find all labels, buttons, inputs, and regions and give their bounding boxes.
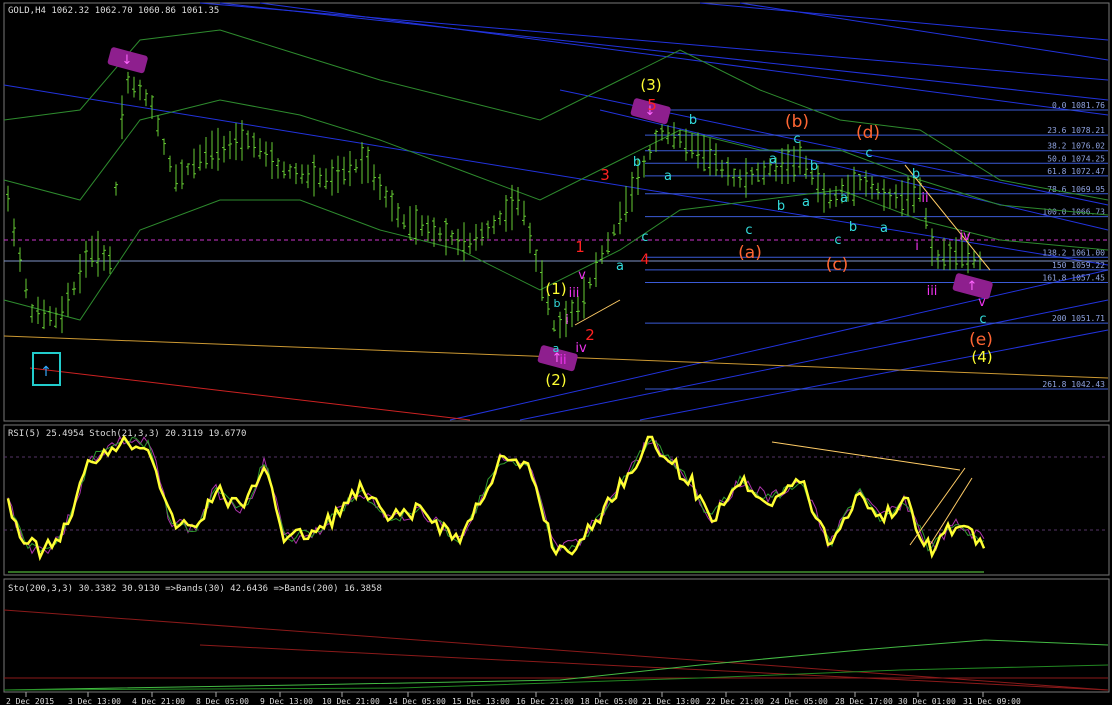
wave-label: v <box>978 295 986 310</box>
fib-level-label: 200 1051.71 <box>1052 314 1105 323</box>
x-axis-tick-label: 8 Dec 05:00 <box>196 697 249 705</box>
wave-label: 4 <box>641 252 650 268</box>
x-axis-tick-label: 10 Dec 21:00 <box>322 697 380 705</box>
wave-label: c <box>865 146 872 161</box>
fib-level-label: 261.8 1042.43 <box>1042 380 1105 389</box>
fib-level-label: 50.0 1074.25 <box>1047 154 1105 163</box>
x-axis-tick-label: 9 Dec 13:00 <box>260 697 313 705</box>
sto-panel[interactable] <box>3 578 1110 693</box>
wave-label: a <box>769 152 777 167</box>
wave-label: (b) <box>785 112 809 132</box>
wave-label: b <box>689 113 697 128</box>
x-axis-tick-label: 28 Dec 17:00 <box>835 697 893 705</box>
fib-level-label: 0.0 1081.76 <box>1052 101 1105 110</box>
wave-label: b <box>633 155 641 170</box>
fib-level-label: 38.2 1076.02 <box>1047 142 1105 151</box>
fib-level-label: 161.8 1057.45 <box>1042 273 1105 282</box>
wave-label: (3) <box>640 76 661 94</box>
wave-label: 2 <box>585 326 595 344</box>
rsi-header: RSI(5) 25.4954 Stoch(21,3,3) 20.3119 19.… <box>8 429 246 439</box>
fib-level-label: 138.2 1061.00 <box>1042 248 1105 257</box>
wave-label: c <box>793 132 800 147</box>
wave-label: 3 <box>600 166 610 184</box>
fib-level-label: 23.6 1078.21 <box>1047 126 1105 135</box>
x-axis-tick-label: 22 Dec 21:00 <box>706 697 764 705</box>
x-axis-tick-label: 31 Dec 09:00 <box>963 697 1021 705</box>
x-axis-tick-label: 21 Dec 13:00 <box>642 697 700 705</box>
wave-label: 5 <box>647 96 657 114</box>
wave-label: a <box>880 221 888 236</box>
wave-label: (e) <box>969 330 993 350</box>
wave-label: b <box>849 220 857 235</box>
window-title: GOLD,H4 1062.32 1062.70 1060.86 1061.35 <box>8 6 219 16</box>
fib-level-label: 61.8 1072.47 <box>1047 167 1105 176</box>
wave-label: b <box>810 159 818 174</box>
wave-label: (2) <box>545 371 566 389</box>
wave-label: a <box>664 169 672 184</box>
wave-label: 1 <box>575 238 585 256</box>
wave-label: a <box>553 342 560 355</box>
trading-chart[interactable]: 0.0 1081.76 23.6 1078.21 38.2 1076.02 50.0 … <box>0 0 1112 705</box>
wave-label: iv <box>575 341 587 356</box>
fib-level-label: 150 1059.22 <box>1052 261 1105 270</box>
wave-label: iv <box>959 229 971 244</box>
wave-label: ii <box>559 353 566 368</box>
wave-label: b <box>777 199 785 214</box>
x-axis-tick-label: 18 Dec 05:00 <box>580 697 638 705</box>
wave-label: a <box>802 195 810 210</box>
x-axis-tick-label: 2 Dec 2015 <box>6 697 54 705</box>
wave-label: a <box>616 259 624 274</box>
wave-label: (1) <box>545 280 566 298</box>
x-axis-tick-label: 3 Dec 13:00 <box>68 697 121 705</box>
x-axis-tick-label: 14 Dec 05:00 <box>388 697 446 705</box>
wave-label: c <box>745 223 752 238</box>
wave-label: c <box>641 230 648 245</box>
wave-label: iii <box>569 286 580 301</box>
x-axis-tick-label: 30 Dec 01:00 <box>898 697 956 705</box>
wave-label: a <box>840 191 848 206</box>
wave-label: b <box>912 167 920 182</box>
buy-marker-arrow: ↑ <box>967 279 978 294</box>
wave-label: iii <box>927 284 938 299</box>
fib-level-label: 78.6 1069.95 <box>1047 185 1105 194</box>
wave-label: v <box>578 268 586 283</box>
x-axis-tick-label: 24 Dec 05:00 <box>770 697 828 705</box>
wave-label: c <box>834 233 841 248</box>
x-axis-tick-label: 15 Dec 13:00 <box>452 697 510 705</box>
buy-arrow: ↑ <box>40 364 52 380</box>
wave-label: i <box>565 313 569 328</box>
wave-label: ii <box>921 191 928 206</box>
x-axis-tick-label: 16 Dec 21:00 <box>516 697 574 705</box>
wave-label: b <box>554 297 561 310</box>
wave-label: (d) <box>856 123 880 143</box>
wave-label: (4) <box>971 348 992 366</box>
wave-label: (a) <box>738 243 762 263</box>
wave-label: c <box>979 312 986 327</box>
wave-label: (c) <box>826 255 849 275</box>
sto-header: Sto(200,3,3) 30.3382 30.9130 =>Bands(30)… <box>8 584 382 594</box>
x-axis-tick-label: 4 Dec 21:00 <box>132 697 185 705</box>
wave-label: i <box>915 239 919 254</box>
sell-marker-arrow: ↓ <box>122 53 133 68</box>
